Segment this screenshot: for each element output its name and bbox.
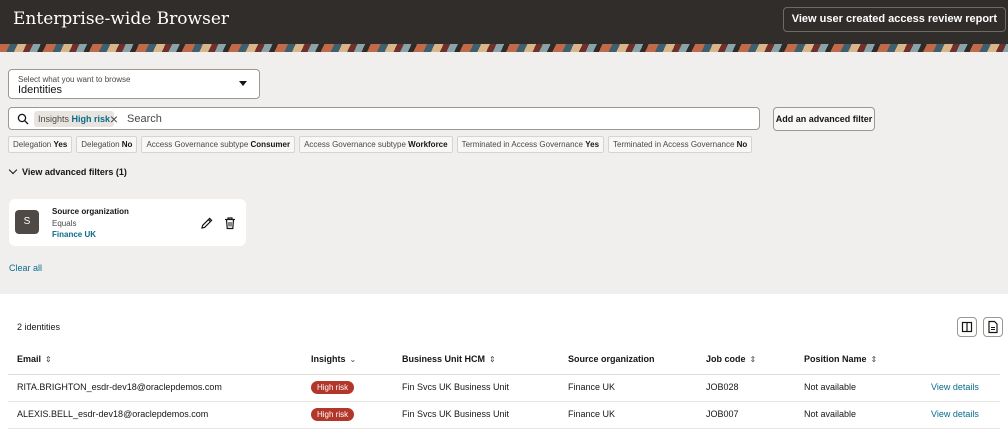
cell-source-organization: Finance UK	[568, 382, 616, 392]
cell-source-organization: Finance UK	[568, 409, 616, 419]
browse-select-value: Identities	[18, 84, 63, 96]
delete-trash-icon[interactable]	[223, 216, 237, 230]
add-advanced-filter-button[interactable]: Add an advanced filter	[773, 107, 875, 131]
sort-icon: ⇕	[870, 355, 878, 364]
column-header-position-name[interactable]: Position Name ⇕	[804, 354, 877, 364]
search-icon	[17, 113, 29, 125]
suggested-filter-chip[interactable]: Delegation No	[76, 136, 138, 153]
view-access-review-report-button[interactable]: View user created access review report	[782, 7, 1006, 32]
clear-all-link[interactable]: Clear all	[9, 263, 42, 273]
column-header-insights[interactable]: Insights ⌄	[311, 354, 356, 364]
row-divider	[8, 428, 1000, 429]
suggested-filter-chip[interactable]: Terminated in Access Governance Yes	[456, 136, 605, 153]
suggested-filter-chip[interactable]: Access Governance subtype Consumer	[141, 136, 296, 153]
column-header-business-unit[interactable]: Business Unit HCM ⇕	[402, 354, 496, 364]
filter-value: Finance UK	[52, 230, 97, 239]
browse-select-label: Select what you want to browse	[18, 75, 131, 84]
page-title: Enterprise-wide Browser	[13, 9, 230, 29]
results-panel: 2 identities Email ⇕ Insights ⌄ Business U…	[0, 294, 1008, 440]
manage-columns-button[interactable]	[957, 317, 977, 337]
edit-pencil-icon[interactable]	[200, 216, 214, 230]
cell-business-unit: Fin Svcs UK Business Unit	[402, 409, 510, 419]
column-header-job-code[interactable]: Job code ⇕	[706, 354, 756, 364]
cell-job-code: JOB007	[706, 409, 739, 419]
caret-down-icon	[239, 81, 247, 86]
column-header-email[interactable]: Email ⇕	[17, 354, 52, 364]
filter-attribute: Source organization	[52, 207, 129, 216]
cell-position-name: Not available	[804, 409, 857, 419]
advanced-filter-card: S Source organization Equals Finance UK	[9, 199, 246, 246]
insights-filter-chip: Insights High risk	[34, 111, 115, 127]
cell-email: RITA.BRIGHTON_esdr-dev18@oraclepdemos.co…	[17, 382, 222, 392]
view-details-link[interactable]: View details	[931, 382, 979, 392]
column-header-source-organization: Source organization	[568, 354, 655, 364]
chevron-down-icon	[8, 165, 18, 175]
view-details-link[interactable]: View details	[931, 409, 979, 419]
header-divider	[8, 374, 1000, 375]
filter-avatar: S	[15, 210, 39, 234]
page-header: Enterprise-wide Browser View user create…	[0, 0, 1008, 52]
cell-business-unit: Fin Svcs UK Business Unit	[402, 382, 510, 392]
remove-chip-close-icon[interactable]: ×	[106, 111, 122, 127]
view-advanced-filters-toggle[interactable]: View advanced filters (1)	[8, 165, 127, 181]
filter-operator: Equals	[52, 219, 77, 228]
sort-icon: ⇕	[45, 355, 52, 364]
browse-type-select[interactable]: Select what you want to browse Identitie…	[8, 69, 260, 99]
export-button[interactable]	[983, 317, 1003, 337]
cell-job-code: JOB028	[706, 382, 739, 392]
suggested-filter-chip[interactable]: Delegation Yes	[8, 136, 73, 153]
row-divider	[8, 401, 1000, 402]
status-badge: High risk	[311, 408, 355, 421]
export-file-icon	[988, 320, 998, 334]
search-input[interactable]	[127, 110, 727, 128]
chevron-down-icon: ⌄	[349, 355, 357, 364]
sort-icon: ⇕	[749, 355, 757, 364]
sort-icon: ⇕	[489, 355, 496, 364]
chip-value: High risk	[71, 114, 111, 124]
suggested-filter-chip[interactable]: Access Governance subtype Workforce	[299, 136, 453, 153]
chip-key: Insights	[38, 114, 70, 124]
suggested-filters: Delegation Yes Delegation No Access Gove…	[8, 136, 753, 153]
result-count: 2 identities	[17, 322, 61, 332]
header-decorative-banner	[0, 44, 1008, 52]
cell-position-name: Not available	[804, 382, 857, 392]
status-badge: High risk	[311, 381, 355, 394]
suggested-filter-chip[interactable]: Terminated in Access Governance No	[608, 136, 753, 153]
search-bar[interactable]: Insights High risk ×	[8, 107, 760, 130]
columns-icon	[961, 321, 973, 333]
cell-email: ALEXIS.BELL_esdr-dev18@oraclepdemos.com	[17, 409, 209, 419]
